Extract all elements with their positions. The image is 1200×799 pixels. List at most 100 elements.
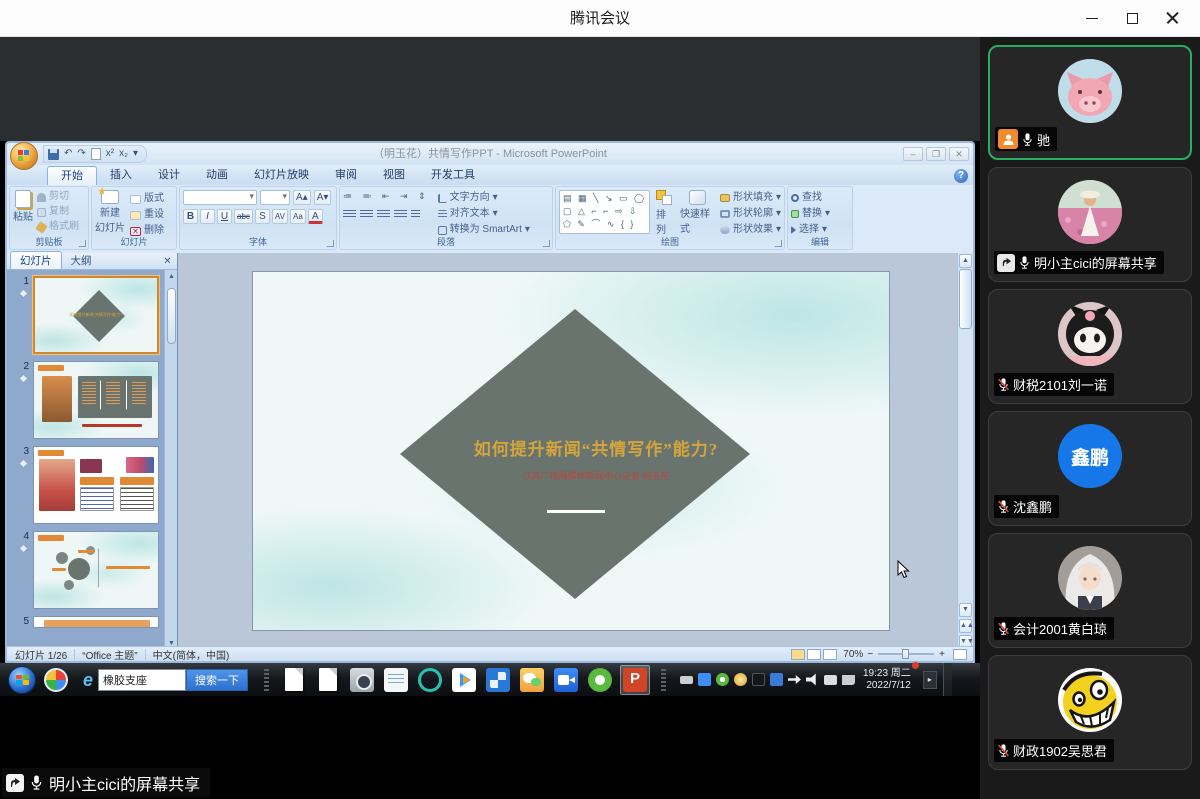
start-button[interactable] bbox=[8, 666, 36, 694]
pane-scroll-thumb[interactable] bbox=[167, 288, 176, 344]
participant-tile[interactable]: 财政1902吴思君 bbox=[988, 655, 1192, 770]
ppt-close-button[interactable]: ✕ bbox=[949, 147, 969, 161]
tab-home[interactable]: 开始 bbox=[47, 166, 97, 185]
slide-title[interactable]: 如何提升新闻“共情写作”能力? bbox=[343, 435, 849, 460]
participant-tile[interactable]: 鑫鹏 沈鑫鹏 bbox=[988, 411, 1192, 526]
scroll-up-button[interactable]: ▲ bbox=[959, 254, 972, 268]
scroll-thumb[interactable] bbox=[959, 269, 972, 329]
save-icon[interactable] bbox=[48, 149, 59, 160]
minimize-button[interactable] bbox=[1072, 0, 1112, 37]
shrink-font-button[interactable]: A▾ bbox=[314, 190, 332, 205]
tab-view[interactable]: 视图 bbox=[370, 166, 418, 185]
previous-slide-button[interactable]: ▲▲ bbox=[959, 619, 972, 633]
find-button[interactable]: 查找 bbox=[791, 191, 849, 205]
tab-insert[interactable]: 插入 bbox=[97, 166, 145, 185]
powerpoint-taskbar-icon[interactable] bbox=[623, 668, 647, 692]
paragraph-dialog-launcher[interactable] bbox=[543, 240, 550, 247]
character-spacing-button[interactable]: AV bbox=[272, 209, 288, 224]
search-button[interactable]: 搜索一下 bbox=[186, 669, 248, 691]
shapes-gallery[interactable]: ▤ ▦ ╲ ↘ ▭ ◯ ▢ △ ⌐ ⌐ ⇨ ⇩ ⬠ ✎ ⌒ ∿ { } bbox=[559, 190, 650, 234]
justify-button[interactable] bbox=[394, 210, 407, 219]
fit-to-window-button[interactable] bbox=[953, 649, 967, 660]
print-preview-icon[interactable] bbox=[91, 148, 101, 160]
text-direction-button[interactable]: 文字方向 ▾ bbox=[438, 191, 530, 205]
document-icon[interactable] bbox=[319, 668, 337, 691]
language-status[interactable]: 中文(简体，中国) bbox=[153, 647, 230, 662]
ie-icon[interactable]: e bbox=[78, 670, 98, 690]
paste-button[interactable]: 粘贴 bbox=[13, 190, 33, 234]
clipboard-dialog-launcher[interactable] bbox=[79, 240, 86, 247]
zoom-out-button[interactable]: − bbox=[867, 649, 873, 660]
slide-scrollbar[interactable]: ▲ ▼ ▲▲ ▼▼ bbox=[957, 253, 973, 650]
font-dialog-launcher[interactable] bbox=[327, 240, 334, 247]
pinwheel-app-icon[interactable] bbox=[44, 668, 68, 692]
participant-tile[interactable]: 财税2101刘一诺 bbox=[988, 289, 1192, 404]
blue-grid-app-icon[interactable] bbox=[486, 668, 510, 692]
usb-tray-icon[interactable] bbox=[788, 673, 801, 686]
slide-subtitle[interactable]: 江苏广电融媒体新闻中心记者 明玉花 bbox=[343, 469, 849, 482]
tab-slideshow[interactable]: 幻灯片放映 bbox=[241, 166, 322, 185]
keyboard-tray-icon[interactable] bbox=[680, 676, 693, 684]
slideshow-view-button[interactable] bbox=[823, 649, 837, 660]
ppt-minimize-button[interactable]: – bbox=[903, 147, 923, 161]
align-center-button[interactable] bbox=[360, 210, 373, 219]
photo-app-icon[interactable] bbox=[350, 668, 374, 692]
normal-view-button[interactable] bbox=[791, 649, 805, 660]
slide-thumbnail-2[interactable] bbox=[33, 361, 159, 439]
current-slide[interactable]: 如何提升新闻“共情写作”能力? 江苏广电融媒体新闻中心记者 明玉花 bbox=[253, 272, 889, 630]
cut-button[interactable]: 剪切 bbox=[37, 190, 79, 204]
volume-tray-icon[interactable] bbox=[806, 673, 819, 686]
browser-tray-icon[interactable] bbox=[716, 673, 729, 686]
tab-design[interactable]: 设计 bbox=[145, 166, 193, 185]
copy-button[interactable]: 复制 bbox=[37, 205, 79, 219]
show-desktop-button[interactable] bbox=[943, 663, 952, 696]
search-input[interactable] bbox=[98, 669, 186, 691]
undo-icon[interactable]: ↶ bbox=[64, 147, 72, 161]
align-text-button[interactable]: 对齐文本 ▾ bbox=[438, 207, 530, 221]
quick-styles-button[interactable]: 快速样式 bbox=[680, 190, 714, 237]
new-slide-button[interactable]: 新建 幻灯片 bbox=[95, 190, 125, 238]
text-shadow-button[interactable]: S bbox=[255, 209, 270, 224]
meeting-tray-icon[interactable] bbox=[698, 673, 711, 686]
shape-fill-button[interactable]: 形状填充 ▾ bbox=[720, 191, 781, 205]
slide-edit-area[interactable]: 如何提升新闻“共情写作”能力? 江苏广电融媒体新闻中心记者 明玉花 bbox=[178, 253, 961, 650]
scroll-up-icon[interactable]: ▲ bbox=[165, 270, 178, 283]
strikethrough-button[interactable]: abc bbox=[234, 209, 253, 224]
subscript-button[interactable]: x₂ bbox=[119, 147, 128, 161]
slide-thumbnail-5[interactable] bbox=[33, 616, 159, 628]
zoom-slider[interactable] bbox=[878, 653, 934, 655]
grow-font-button[interactable]: A▴ bbox=[293, 190, 311, 205]
tencent-meeting-taskbar-icon[interactable] bbox=[554, 668, 578, 692]
columns-button[interactable] bbox=[411, 210, 420, 219]
align-right-button[interactable] bbox=[377, 210, 390, 219]
font-name-select[interactable]: ▾ bbox=[183, 190, 257, 205]
maximize-button[interactable] bbox=[1112, 0, 1152, 37]
participant-tile[interactable]: 明小主cici的屏幕共享 bbox=[988, 167, 1192, 282]
display-tray-icon[interactable] bbox=[824, 675, 837, 685]
superscript-button[interactable]: x² bbox=[106, 147, 114, 161]
browser-360-icon[interactable] bbox=[588, 668, 612, 692]
slide-thumbnail-1[interactable]: 如何提升新闻“共情写作”能力? bbox=[33, 276, 159, 354]
font-size-select[interactable]: ▾ bbox=[260, 190, 290, 205]
close-button[interactable] bbox=[1152, 0, 1192, 37]
font-color-button[interactable]: A bbox=[308, 209, 323, 224]
pane-tab-slides[interactable]: 幻灯片 bbox=[10, 251, 62, 269]
slide-thumbnail-4[interactable] bbox=[33, 531, 159, 609]
tab-animation[interactable]: 动画 bbox=[193, 166, 241, 185]
list-buttons[interactable]: ≔ ≕ ⇤ ⇥ ⇕ bbox=[343, 190, 430, 203]
taskbar-clock[interactable]: 19:23 周二 2022/7/12 bbox=[863, 668, 917, 692]
tab-developer[interactable]: 开发工具 bbox=[418, 166, 488, 185]
scroll-down-button[interactable]: ▼ bbox=[959, 603, 972, 617]
pane-tab-outline[interactable]: 大纲 bbox=[62, 252, 101, 269]
notepad-icon[interactable] bbox=[384, 668, 408, 692]
pane-close-icon[interactable]: ✕ bbox=[161, 255, 174, 268]
participant-tile[interactable]: 会计2001黄白琼 bbox=[988, 533, 1192, 648]
drawing-dialog-launcher[interactable] bbox=[775, 240, 782, 247]
align-left-button[interactable] bbox=[343, 210, 356, 219]
format-painter-button[interactable]: 格式刷 bbox=[37, 220, 79, 234]
italic-button[interactable]: I bbox=[200, 209, 215, 224]
replace-button[interactable]: 替换 ▾ bbox=[791, 207, 849, 221]
sync-tray-icon[interactable] bbox=[770, 673, 783, 686]
ppt-restore-button[interactable]: ❐ bbox=[926, 147, 946, 161]
pane-scrollbar[interactable]: ▲ ▼ bbox=[164, 270, 177, 650]
